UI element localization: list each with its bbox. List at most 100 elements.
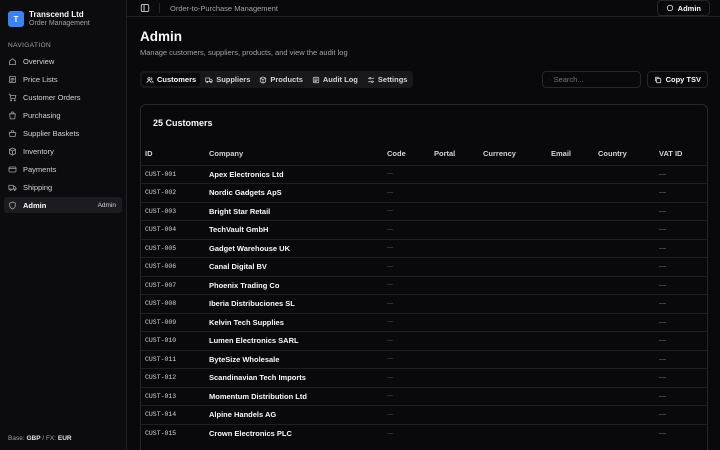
- shield-icon: [666, 4, 673, 12]
- table-row[interactable]: CUST-010 Lumen Electronics SARL — —: [141, 331, 707, 351]
- toolbar: Customers Suppliers Products Audit Log Setti…: [140, 71, 708, 89]
- customer-id: CUST-008: [141, 294, 205, 314]
- user-menu-button[interactable]: Admin: [656, 0, 710, 16]
- email-cell: [547, 164, 594, 184]
- portal-cell: [430, 201, 479, 221]
- company-name: Momentum Distribution Ltd: [205, 386, 383, 406]
- table-row[interactable]: CUST-004 TechVault GmbH — —: [141, 220, 707, 240]
- table-row[interactable]: CUST-007 Phoenix Trading Co — —: [141, 275, 707, 295]
- brand-subtitle: Order Management: [29, 19, 90, 27]
- table-row[interactable]: CUST-005 Gadget Warehouse UK — —: [141, 238, 707, 258]
- company-name: Crown Electronics PLC: [205, 423, 383, 443]
- portal-cell: [430, 257, 479, 277]
- vat-id-cell: —: [655, 405, 707, 425]
- tab-audit-log[interactable]: Audit Log: [308, 73, 362, 86]
- sidebar-item-overview[interactable]: Overview: [4, 53, 122, 69]
- email-cell: [547, 312, 594, 332]
- app-title: Order-to-Purchase Management: [170, 3, 278, 13]
- table-row[interactable]: CUST-012 Scandinavian Tech Imports — —: [141, 368, 707, 388]
- card-title: 25 Customers: [153, 118, 213, 129]
- vat-id-cell: —: [655, 312, 707, 332]
- brand[interactable]: T Transcend Ltd Order Management: [0, 0, 126, 30]
- column-header-currency[interactable]: Currency: [479, 143, 547, 165]
- currency-cell: [479, 349, 547, 369]
- code-cell: —: [383, 238, 430, 258]
- truck-icon: [8, 183, 17, 192]
- customer-id: CUST-001: [141, 164, 205, 184]
- column-header-id[interactable]: ID: [141, 143, 205, 165]
- currency-cell: [479, 294, 547, 314]
- table-row[interactable]: CUST-002 Nordic Gadgets ApS — —: [141, 183, 707, 203]
- table-row[interactable]: CUST-011 ByteSize Wholesale — —: [141, 349, 707, 369]
- portal-cell: [430, 423, 479, 443]
- table-row[interactable]: CUST-008 Iberia Distribuciones SL — —: [141, 294, 707, 314]
- sidebar-item-inventory[interactable]: Inventory: [4, 143, 122, 159]
- currency-cell: [479, 368, 547, 388]
- customers-table: ID Company Code Portal Currency Email Country V…: [141, 143, 707, 443]
- sidebar: T Transcend Ltd Order Management NAVIGAT…: [0, 0, 127, 450]
- company-name: Apex Electronics Ltd: [205, 164, 383, 184]
- email-cell: [547, 294, 594, 314]
- code-cell: —: [383, 423, 430, 443]
- country-cell: [594, 183, 655, 203]
- table-row[interactable]: CUST-001 Apex Electronics Ltd — —: [141, 164, 707, 184]
- currency-cell: [479, 183, 547, 203]
- vat-id-cell: —: [655, 423, 707, 443]
- sidebar-item-shipping[interactable]: Shipping: [4, 179, 122, 195]
- country-cell: [594, 405, 655, 425]
- sidebar-item-label: Price Lists: [23, 74, 58, 84]
- code-cell: —: [383, 331, 430, 351]
- tab-settings[interactable]: Settings: [363, 73, 412, 86]
- table-row[interactable]: CUST-003 Bright Star Retail — —: [141, 201, 707, 221]
- column-header-email[interactable]: Email: [547, 143, 594, 165]
- column-header-company[interactable]: Company: [205, 143, 383, 165]
- shopping-bag-icon: [8, 111, 17, 120]
- tab-products[interactable]: Products: [255, 73, 307, 86]
- sidebar-item-admin[interactable]: Admin Admin: [4, 197, 122, 213]
- country-cell: [594, 386, 655, 406]
- currency-cell: [479, 275, 547, 295]
- table-row[interactable]: CUST-015 Crown Electronics PLC — —: [141, 423, 707, 443]
- customer-id: CUST-007: [141, 275, 205, 295]
- table-row[interactable]: CUST-013 Momentum Distribution Ltd — —: [141, 386, 707, 406]
- company-name: Scandinavian Tech Imports: [205, 368, 383, 388]
- page-subtitle: Manage customers, suppliers, products, a…: [140, 48, 348, 58]
- country-cell: [594, 349, 655, 369]
- fx-label: / FX:: [42, 435, 57, 442]
- sidebar-item-label: Overview: [23, 56, 55, 66]
- column-header-country[interactable]: Country: [594, 143, 655, 165]
- sidebar-item-customer-orders[interactable]: Customer Orders: [4, 89, 122, 105]
- tab-customers[interactable]: Customers: [142, 73, 201, 87]
- column-header-portal[interactable]: Portal: [430, 143, 479, 165]
- table-row[interactable]: CUST-014 Alpine Handels AG — —: [141, 405, 707, 425]
- customer-id: CUST-005: [141, 238, 205, 258]
- sidebar-item-payments[interactable]: Payments: [4, 161, 122, 177]
- portal-cell: [430, 238, 479, 258]
- column-header-code[interactable]: Code: [383, 143, 430, 165]
- copy-tsv-button[interactable]: Copy TSV: [646, 71, 708, 89]
- sidebar-item-purchasing[interactable]: Purchasing: [4, 107, 122, 123]
- table-row[interactable]: CUST-006 Canal Digital BV — —: [141, 257, 707, 277]
- sidebar-item-label: Customer Orders: [23, 92, 81, 102]
- search-input[interactable]: [553, 75, 634, 85]
- company-name: Canal Digital BV: [205, 257, 383, 277]
- email-cell: [547, 238, 594, 258]
- sidebar-item-price-lists[interactable]: Price Lists: [4, 71, 122, 87]
- email-cell: [547, 275, 594, 295]
- vat-id-cell: —: [655, 238, 707, 258]
- table-row[interactable]: CUST-009 Kelvin Tech Supplies — —: [141, 312, 707, 332]
- page-title: Admin: [140, 29, 182, 44]
- code-cell: —: [383, 386, 430, 406]
- role-badge: Admin: [97, 201, 116, 209]
- tab-label: Products: [270, 75, 303, 85]
- code-cell: —: [383, 405, 430, 425]
- sidebar-toggle-icon[interactable]: [139, 2, 151, 14]
- admin-tabs: Customers Suppliers Products Audit Log Setti…: [140, 71, 414, 89]
- column-header-vat-id[interactable]: VAT ID: [655, 143, 707, 165]
- email-cell: [547, 331, 594, 351]
- search-box[interactable]: [541, 71, 641, 89]
- tab-suppliers[interactable]: Suppliers: [201, 73, 254, 86]
- sidebar-item-supplier-baskets[interactable]: Supplier Baskets: [4, 125, 122, 141]
- customer-id: CUST-015: [141, 423, 205, 443]
- email-cell: [547, 405, 594, 425]
